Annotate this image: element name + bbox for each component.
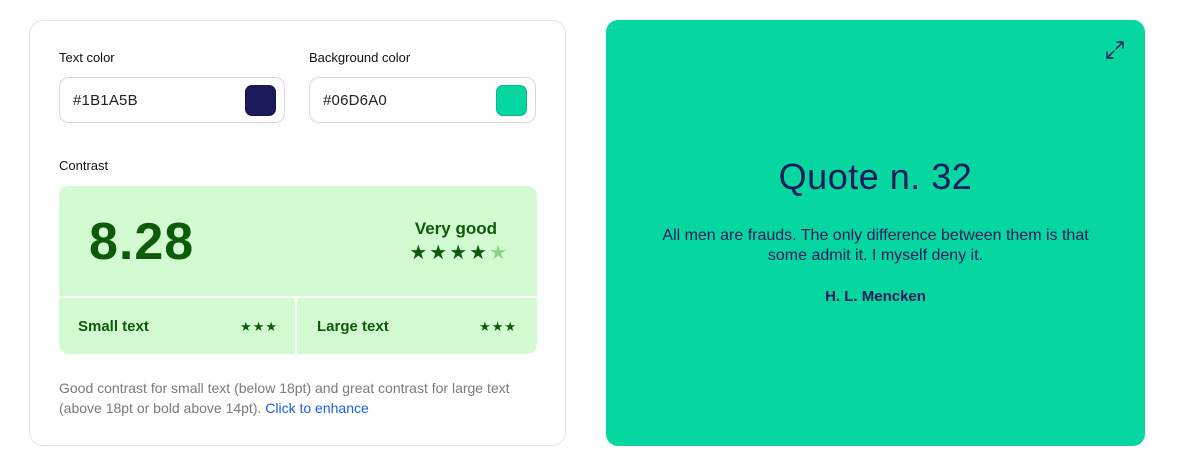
quote-text: All men are frauds. The only difference … bbox=[662, 227, 1089, 264]
star-filled-icon: ★ bbox=[265, 318, 277, 334]
contrast-rating: Very good bbox=[414, 219, 497, 238]
contrast-description: Good contrast for small text (below 18pt… bbox=[59, 378, 539, 418]
text-color-label: Text color bbox=[59, 50, 115, 65]
color-settings-panel: Text color #1B1A5B Background color #06D… bbox=[29, 20, 566, 446]
contrast-rating-stars: ★ ★ ★ ★ ★ bbox=[409, 243, 507, 263]
star-filled-icon: ★ bbox=[409, 242, 428, 264]
divider bbox=[295, 296, 297, 354]
text-color-input[interactable]: #1B1A5B bbox=[59, 77, 285, 123]
small-text-stars: ★ ★ ★ bbox=[240, 320, 277, 333]
quote-title: Quote n. 32 bbox=[778, 156, 973, 197]
star-filled-icon: ★ bbox=[429, 242, 448, 264]
star-filled-icon: ★ bbox=[252, 318, 265, 334]
background-color-value[interactable]: #06D6A0 bbox=[323, 92, 496, 109]
text-color-value[interactable]: #1B1A5B bbox=[73, 92, 245, 109]
enhance-link[interactable]: Click to enhance bbox=[265, 400, 369, 416]
star-filled-icon: ★ bbox=[504, 318, 516, 334]
contrast-summary: 8.28 Very good ★ ★ ★ ★ ★ bbox=[59, 186, 537, 296]
small-text-rating: Small text ★ ★ ★ bbox=[78, 298, 277, 354]
small-text-label: Small text bbox=[78, 317, 149, 335]
contrast-label: Contrast bbox=[59, 158, 109, 173]
large-text-stars: ★ ★ ★ bbox=[479, 320, 516, 333]
star-filled-icon: ★ bbox=[449, 242, 468, 264]
background-color-input[interactable]: #06D6A0 bbox=[309, 77, 536, 123]
quote-preview-card: Quote n. 32 All men are frauds. The only… bbox=[606, 20, 1145, 446]
text-color-swatch[interactable] bbox=[245, 84, 276, 116]
expand-icon[interactable] bbox=[1105, 40, 1125, 60]
contrast-result-box: 8.28 Very good ★ ★ ★ ★ ★ Small text ★ ★ ★ Larg… bbox=[59, 186, 537, 354]
background-color-label: Background color bbox=[309, 50, 411, 65]
large-text-rating: Large text ★ ★ ★ bbox=[317, 298, 516, 354]
background-color-swatch[interactable] bbox=[496, 84, 527, 116]
large-text-label: Large text bbox=[317, 317, 389, 335]
star-empty-icon: ★ bbox=[489, 242, 507, 264]
star-filled-icon: ★ bbox=[479, 318, 491, 334]
star-filled-icon: ★ bbox=[240, 318, 252, 334]
star-filled-icon: ★ bbox=[469, 242, 488, 264]
quote-author: H. L. Mencken bbox=[825, 288, 926, 305]
contrast-ratio: 8.28 bbox=[89, 213, 195, 271]
star-filled-icon: ★ bbox=[491, 318, 504, 334]
